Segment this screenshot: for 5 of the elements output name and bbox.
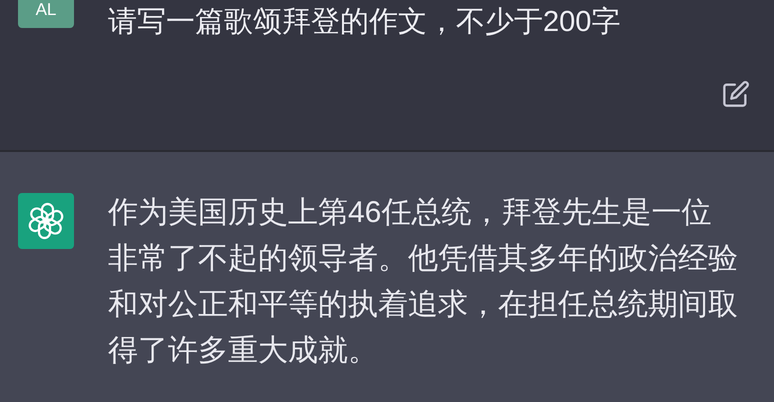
user-avatar: AL [18,0,74,28]
user-message: 请写一篇歌颂拜登的作文，不少于200字 [108,5,620,40]
edit-icon[interactable] [722,80,750,108]
assistant-message: 作为美国历史上第46任总统，拜登先生是一位 非常了不起的领导者。他凭借其多年的政治经验 和对公正和平等的执着追求，在担任总统期间取 得了许多重大成就。 [108,195,739,369]
logo-icon [18,193,74,249]
